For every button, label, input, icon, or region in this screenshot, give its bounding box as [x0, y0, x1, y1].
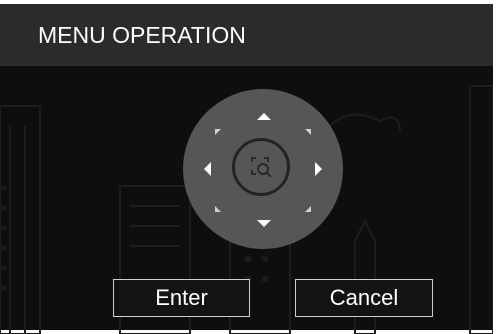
cancel-button[interactable]: Cancel: [295, 279, 433, 317]
enter-button[interactable]: Enter: [113, 279, 250, 317]
down-right-arrow-icon[interactable]: [305, 206, 311, 212]
title-bar: MENU OPERATION: [0, 4, 493, 66]
right-arrow-icon[interactable]: [315, 162, 322, 176]
menu-operation-dialog: MENU OPERATION Enter Cancel: [0, 0, 497, 334]
up-left-arrow-icon[interactable]: [215, 129, 221, 135]
dialog-title: MENU OPERATION: [38, 22, 246, 48]
up-arrow-icon[interactable]: [257, 113, 271, 120]
down-arrow-icon[interactable]: [257, 220, 271, 227]
zoom-icon: [251, 157, 272, 178]
ptz-direction-pad: [183, 89, 343, 249]
left-arrow-icon[interactable]: [204, 162, 211, 176]
zoom-center-button[interactable]: [232, 138, 290, 196]
up-right-arrow-icon[interactable]: [305, 129, 311, 135]
down-left-arrow-icon[interactable]: [215, 206, 221, 212]
